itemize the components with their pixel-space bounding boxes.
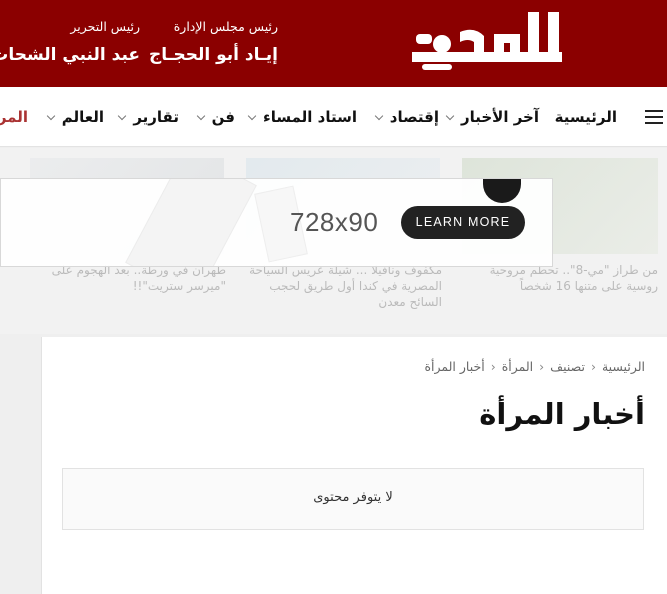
nav-item-latest-news[interactable]: آخر الأخبار [445, 104, 539, 130]
nav-item-label: تقارير [133, 108, 179, 126]
breadcrumb: الرئيسية ‹ تصنيف ‹ المرأة ‹ أخبار المرأة [424, 359, 645, 374]
breadcrumb-separator: ‹ [490, 359, 496, 374]
breadcrumb-home[interactable]: الرئيسية [602, 359, 645, 374]
chevron-down-icon [118, 111, 127, 121]
ad-decoration [483, 179, 521, 203]
chevron-down-icon [445, 111, 455, 121]
nav-item-label: المر [0, 108, 28, 126]
breadcrumb-separator: ‹ [539, 359, 545, 374]
nav-item-label: إقتصاد [389, 108, 439, 126]
nav-item-label: فن [211, 108, 235, 126]
empty-state-box: لا يتوفر محتوى [62, 468, 644, 530]
chevron-down-icon [196, 111, 205, 121]
content-card: الرئيسية ‹ تصنيف ‹ المرأة ‹ أخبار المرأة أخبار… [41, 337, 667, 594]
nav-item-label: آخر الأخبار [460, 108, 539, 126]
nav-item-home[interactable]: الرئيسية [555, 104, 617, 130]
learn-more-button[interactable]: LEARN MORE [401, 206, 525, 239]
chevron-down-icon [46, 111, 55, 121]
chevron-down-icon [374, 111, 384, 121]
site-header: رئيس مجلس الإدارة إيـاد أبو الحجـاج رئيس… [0, 0, 667, 87]
editor-block: رئيس التحرير عبد النبي الشحات [0, 18, 140, 68]
nav-item-label: الرئيسية [554, 108, 617, 126]
ad-decoration [125, 179, 257, 266]
nav-item-label: العالم [61, 108, 104, 126]
breadcrumb-separator: ‹ [590, 359, 596, 374]
nav-item-label: استاد المساء [263, 108, 357, 126]
breadcrumb-section[interactable]: المرأة [502, 359, 533, 374]
nav-item-world[interactable]: العالم [46, 104, 104, 130]
chevron-down-icon [247, 111, 257, 121]
nav-item-reports[interactable]: تقارير [118, 104, 179, 130]
page-title: أخبار المرأة [479, 397, 645, 431]
editor-name: عبد النبي الشحات [0, 45, 140, 65]
editor-role: رئيس التحرير [70, 19, 140, 34]
nav-item-stadium[interactable]: استاد المساء [247, 104, 357, 130]
article-caption[interactable]: مكفوف ونافيلا ... شيلة عريس السياحة المص… [246, 262, 442, 310]
hamburger-icon[interactable] [645, 110, 663, 124]
main-nav: الرئيسية آخر الأخبار إقتصاد استاد المساء… [0, 87, 667, 147]
nav-item-women[interactable]: المر [0, 104, 28, 130]
breadcrumb-current: أخبار المرأة [424, 359, 485, 374]
empty-state-message: لا يتوفر محتوى [313, 490, 393, 505]
ad-banner[interactable]: 728x90 LEARN MORE [0, 178, 553, 267]
ad-size-label: 728x90 [290, 207, 379, 237]
breadcrumb-category[interactable]: تصنيف [550, 359, 585, 374]
nav-item-economy[interactable]: إقتصاد [374, 104, 439, 130]
site-logo[interactable] [402, 8, 572, 76]
nav-item-art[interactable]: فن [196, 104, 235, 130]
